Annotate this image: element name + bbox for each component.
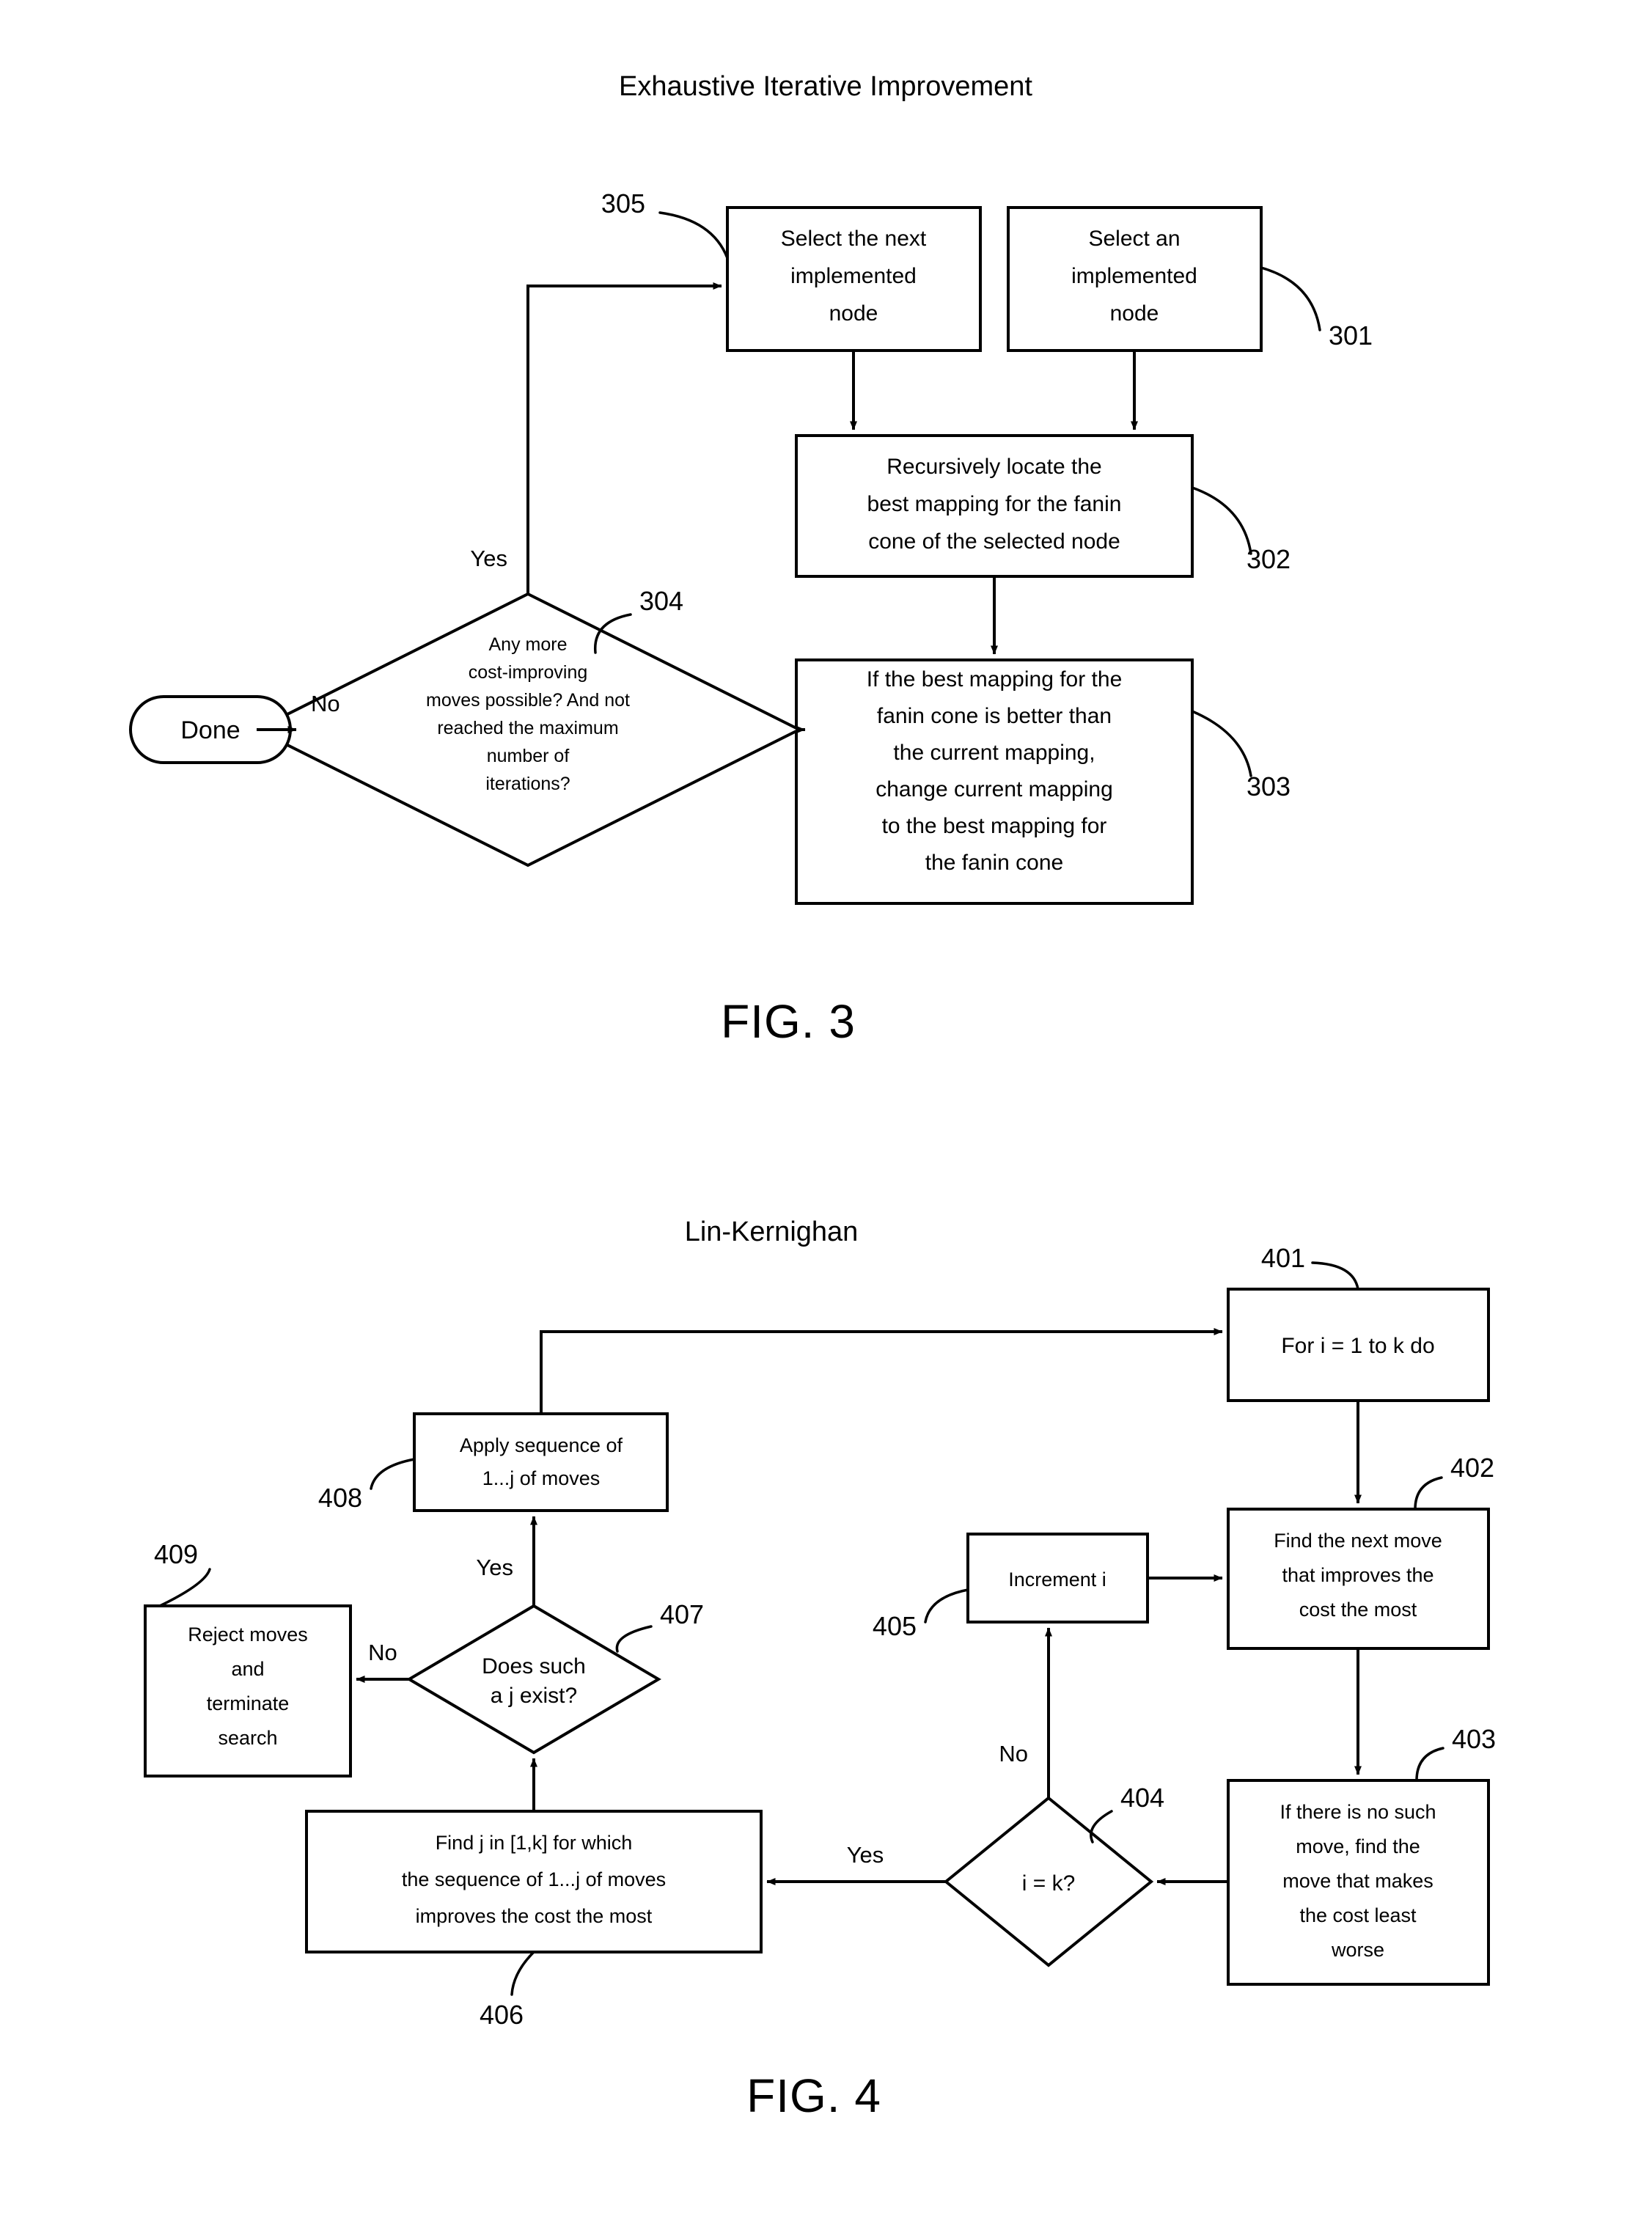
fig4-box-409-line3: terminate bbox=[207, 1692, 290, 1714]
fig4-box-408-line2: 1...j of moves bbox=[482, 1467, 601, 1489]
fig4-leader-409 bbox=[158, 1568, 211, 1607]
fig4-leader-407 bbox=[615, 1625, 653, 1653]
fig4-box-405-line1: Increment i bbox=[1008, 1569, 1106, 1591]
fig4-leader-406 bbox=[510, 1951, 535, 1996]
fig4-leader-408 bbox=[370, 1458, 416, 1490]
fig4-box-403-line3: move that makes bbox=[1282, 1870, 1433, 1892]
fig4-box-409-line1: Reject moves bbox=[188, 1624, 308, 1646]
fig4-conn-408-to-401 bbox=[540, 1328, 1223, 1414]
fig4-box-403-line2: move, find the bbox=[1296, 1835, 1420, 1857]
fig4-leader-401 bbox=[1311, 1261, 1359, 1291]
figure-4: Lin-Kernighan For i = 1 to k do 401 Find… bbox=[144, 1217, 1496, 2122]
fig4-box-403-line1: If there is no such bbox=[1280, 1801, 1436, 1823]
fig4-decision-404-label: i = k? bbox=[1022, 1871, 1076, 1896]
fig4-ref-403: 403 bbox=[1452, 1724, 1496, 1754]
fig4-box-408 bbox=[413, 1412, 669, 1512]
fig4-decision-407 bbox=[406, 1604, 661, 1755]
fig4-box-402-line3: cost the most bbox=[1299, 1599, 1417, 1621]
fig4-decision-407-line1: Does such bbox=[482, 1654, 586, 1678]
fig4-box-406-line1: Find j in [1,k] for which bbox=[436, 1832, 633, 1854]
fig4-title: Lin-Kernighan bbox=[685, 1217, 859, 1247]
fig4-box-403-line5: worse bbox=[1331, 1939, 1384, 1961]
fig4-leader-402 bbox=[1414, 1476, 1443, 1511]
fig4-edge-label-no-407: No bbox=[368, 1640, 397, 1665]
fig4-edge-label-yes-407: Yes bbox=[476, 1555, 513, 1580]
fig4-ref-402: 402 bbox=[1450, 1453, 1494, 1483]
fig4-leader-405 bbox=[924, 1588, 969, 1624]
fig4-edge-label-no-404: No bbox=[999, 1741, 1028, 1766]
fig4-box-403-line4: the cost least bbox=[1299, 1904, 1417, 1926]
fig4-box-402-line1: Find the next move bbox=[1274, 1530, 1442, 1552]
fig4-ref-406: 406 bbox=[480, 2000, 524, 2030]
fig4-decision-407-line2: a j exist? bbox=[491, 1684, 577, 1708]
fig4-box-406-line3: improves the cost the most bbox=[416, 1905, 653, 1927]
fig4-caption: FIG. 4 bbox=[746, 2069, 881, 2122]
fig4-ref-401: 401 bbox=[1261, 1243, 1305, 1273]
fig4-box-401-line1: For i = 1 to k do bbox=[1281, 1334, 1434, 1358]
fig4-ref-404: 404 bbox=[1120, 1783, 1164, 1813]
fig4-box-406-line2: the sequence of 1...j of moves bbox=[402, 1868, 666, 1890]
fig4-box-402-line2: that improves the bbox=[1282, 1564, 1433, 1586]
fig4-ref-405: 405 bbox=[873, 1611, 917, 1641]
fig4-edge-label-yes-404: Yes bbox=[847, 1842, 884, 1868]
fig4-box-408-line1: Apply sequence of bbox=[460, 1434, 623, 1456]
patent-drawing-sheet: Exhaustive Iterative Improvement Select … bbox=[0, 0, 1652, 2238]
fig4-ref-407: 407 bbox=[660, 1599, 704, 1629]
fig4-box-409-line2: and bbox=[231, 1658, 264, 1680]
fig4-ref-409: 409 bbox=[154, 1539, 198, 1569]
fig4-box-409-line4: search bbox=[218, 1727, 277, 1749]
fig4-ref-408: 408 bbox=[318, 1483, 362, 1513]
fig4-leader-403 bbox=[1415, 1747, 1444, 1782]
